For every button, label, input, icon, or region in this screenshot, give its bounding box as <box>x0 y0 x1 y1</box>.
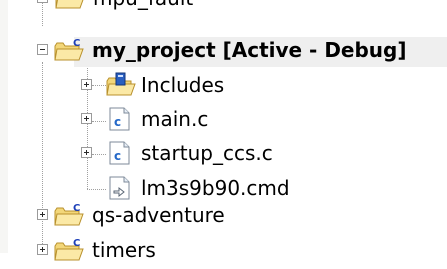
tree-item-label: Includes <box>141 73 225 97</box>
expand-toggle[interactable] <box>37 0 48 3</box>
tree-item-main-c[interactable]: c main.c <box>0 104 447 138</box>
project-folder-icon: C <box>55 0 84 9</box>
tree-item-startup-ccs-c[interactable]: c startup_ccs.c <box>0 138 447 172</box>
project-folder-icon: C <box>54 238 84 261</box>
svg-text:c: c <box>114 115 121 129</box>
project-folder-icon: C <box>54 203 84 226</box>
svg-text:C: C <box>73 203 80 214</box>
expand-toggle[interactable] <box>81 79 92 90</box>
cmd-file-icon <box>109 176 130 200</box>
tree-item-mpu-fault[interactable]: C mpu_fault <box>0 0 447 17</box>
includes-folder-icon <box>106 72 136 96</box>
tree-item-label: qs-adventure <box>92 203 225 227</box>
tree-item-label: timers <box>92 238 156 262</box>
expand-toggle[interactable] <box>81 147 92 158</box>
tree-item-label: lm3s9b90.cmd <box>141 176 290 200</box>
tree-item-label: startup_ccs.c <box>141 141 273 165</box>
tree-item-label: main.c <box>141 107 209 131</box>
project-explorer-tree: C mpu_fault C my_project [Active - Debug… <box>0 0 447 262</box>
svg-text:c: c <box>114 149 121 163</box>
svg-text:C: C <box>73 38 80 49</box>
tree-item-timers[interactable]: C timers <box>0 235 447 269</box>
tree-item-includes[interactable]: Includes <box>0 70 447 104</box>
tree-item-my-project[interactable]: C my_project [Active - Debug] <box>0 35 447 69</box>
collapse-toggle[interactable] <box>37 44 48 55</box>
expand-toggle[interactable] <box>81 113 92 124</box>
expand-toggle[interactable] <box>37 209 48 220</box>
c-file-icon: c <box>109 107 130 131</box>
svg-text:C: C <box>73 238 80 249</box>
project-folder-icon: C <box>54 38 84 61</box>
c-file-icon: c <box>109 141 130 165</box>
tree-item-label: mpu_fault <box>93 0 193 10</box>
tree-item-label: my_project [Active - Debug] <box>92 38 407 62</box>
tree-item-qs-adventure[interactable]: C qs-adventure <box>0 200 447 234</box>
expand-toggle[interactable] <box>37 244 48 255</box>
